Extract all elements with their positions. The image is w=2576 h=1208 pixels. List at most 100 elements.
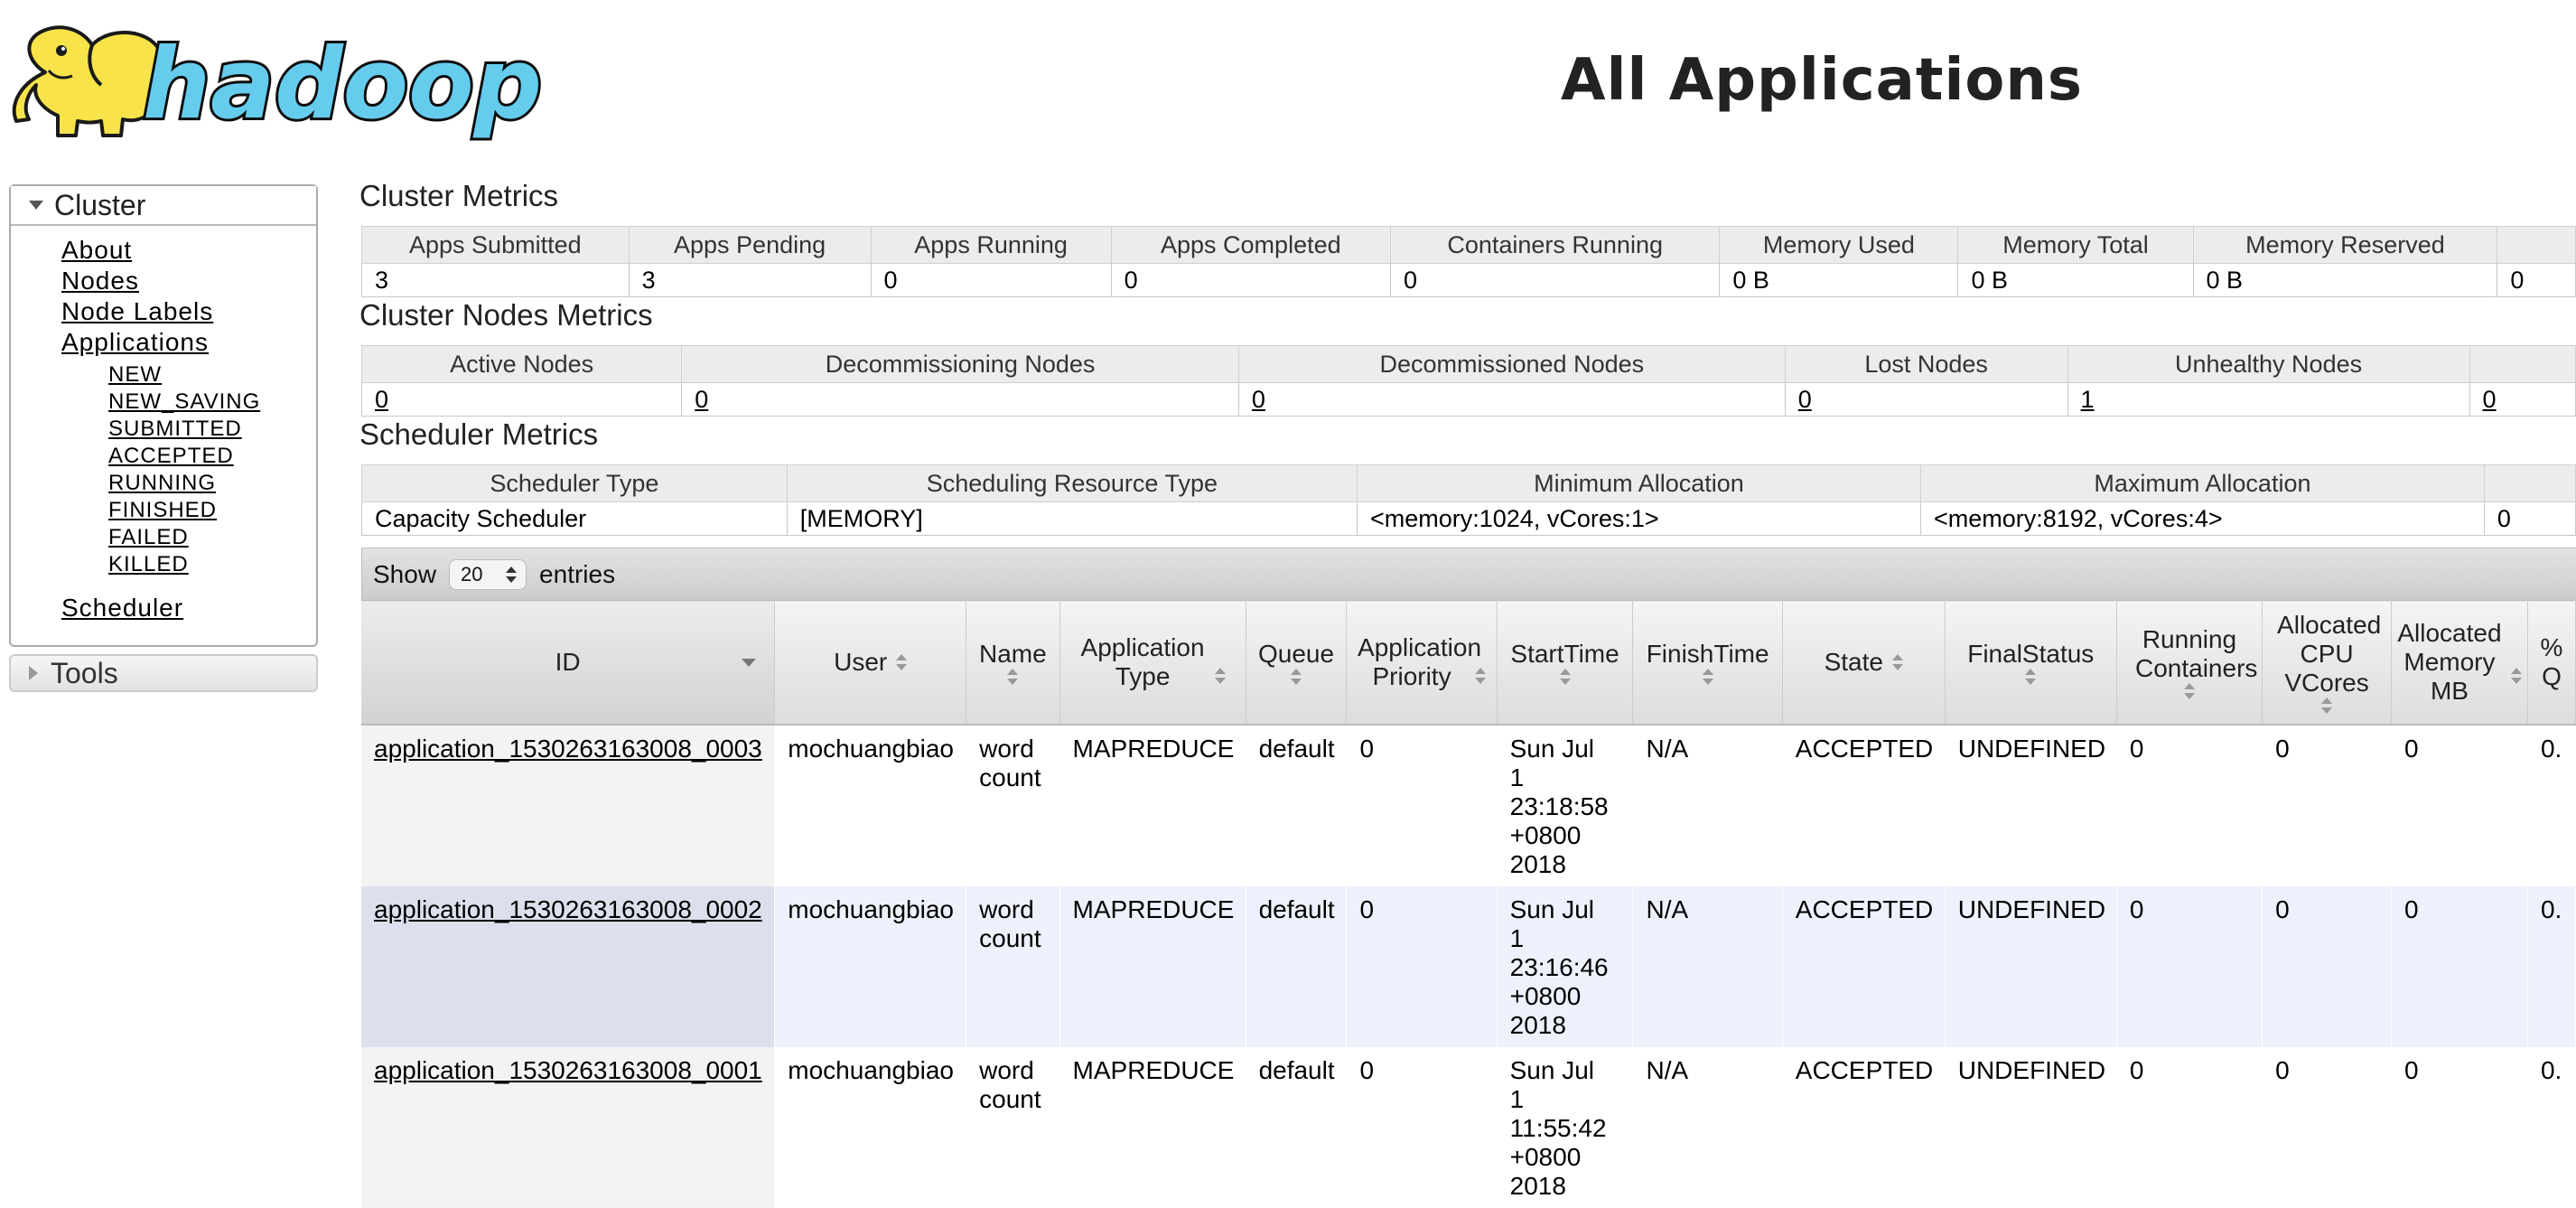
table-header-row: Active Nodes Decommissioning Nodes Decom…	[360, 345, 2576, 383]
cm-value-memory-total: 0 B	[1957, 263, 2194, 297]
col-header-id[interactable]: ID	[361, 600, 776, 726]
col-header-queue[interactable]: Queue	[1246, 600, 1348, 726]
sort-both-icon	[1475, 668, 1487, 684]
app-pct-queue: 0.	[2527, 1047, 2576, 1208]
sort-both-icon	[1559, 669, 1571, 685]
col-header-starttime-label: StartTime	[1510, 640, 1619, 668]
sidebar-tools-header[interactable]: Tools	[9, 654, 318, 692]
table-row[interactable]: application_1530263163008_0003 mochuangb…	[361, 725, 2576, 886]
app-queue: default	[1246, 1047, 1347, 1208]
app-type: MAPREDUCE	[1059, 886, 1246, 1047]
app-name: word count	[966, 1047, 1060, 1208]
nm-link-truncated[interactable]: 0	[2483, 386, 2497, 413]
app-running-containers: 0	[2116, 725, 2263, 886]
cm-value-memory-reserved: 0 B	[2192, 263, 2498, 297]
sidebar-state-accepted[interactable]: ACCEPTED	[108, 444, 234, 468]
app-starttime: Sun Jul 1 23:18:58 +0800 2018	[1497, 725, 1633, 886]
app-pct-queue: 0.	[2527, 886, 2576, 1047]
app-type: MAPREDUCE	[1059, 725, 1246, 886]
sidebar-state-submitted[interactable]: SUBMITTED	[108, 417, 242, 441]
entries-length-select[interactable]: 20	[449, 558, 527, 590]
sidebar-link-scheduler[interactable]: Scheduler	[61, 594, 183, 622]
nm-link-decommissioned-nodes[interactable]: 0	[1252, 386, 1265, 413]
scheduler-metrics-title: Scheduler Metrics	[359, 417, 599, 451]
app-type: MAPREDUCE	[1059, 1047, 1246, 1208]
sidebar-link-node-labels[interactable]: Node Labels	[61, 297, 213, 325]
cm-header-apps-running: Apps Running	[870, 226, 1112, 264]
nm-link-decommissioning-nodes[interactable]: 0	[695, 386, 708, 413]
app-id-link[interactable]: application_1530263163008_0001	[374, 1056, 762, 1084]
sidebar-cluster-header[interactable]: Cluster	[11, 186, 316, 226]
col-header-user[interactable]: User	[774, 600, 967, 726]
col-header-name-label: Name	[978, 640, 1047, 668]
col-header-user-label: User	[834, 648, 888, 676]
sidebar-state-new-saving[interactable]: NEW_SAVING	[108, 389, 260, 414]
nm-link-active-nodes[interactable]: 0	[375, 386, 388, 413]
col-header-running-containers[interactable]: Running Containers	[2116, 600, 2263, 726]
app-id-link[interactable]: application_1530263163008_0003	[374, 735, 762, 763]
sm-value-resource-type: [MEMORY]	[786, 501, 1358, 536]
col-header-finishtime[interactable]: FinishTime	[1632, 600, 1783, 726]
cm-header-memory-used: Memory Used	[1719, 226, 1959, 264]
cm-header-truncated	[2497, 226, 2576, 264]
applications-table: ID User Name Application Type Queue Appl…	[361, 600, 2576, 1208]
table-row[interactable]: application_1530263163008_0002 mochuangb…	[361, 886, 2576, 1047]
app-id-link[interactable]: application_1530263163008_0002	[374, 895, 762, 923]
cm-value-apps-running: 0	[870, 263, 1112, 297]
col-header-starttime[interactable]: StartTime	[1497, 600, 1634, 726]
nm-link-unhealthy-nodes[interactable]: 1	[2081, 386, 2095, 413]
table-row[interactable]: application_1530263163008_0001 mochuangb…	[361, 1047, 2576, 1208]
app-pct-queue: 0.	[2527, 725, 2576, 886]
sidebar-link-about[interactable]: About	[61, 236, 132, 264]
col-header-finalstatus-label: FinalStatus	[1967, 640, 2095, 668]
app-allocated-vcores: 0	[2262, 1047, 2392, 1208]
col-header-finalstatus[interactable]: FinalStatus	[1945, 600, 2117, 726]
sidebar-state-new[interactable]: NEW	[108, 362, 162, 387]
col-header-state[interactable]: State	[1782, 600, 1946, 726]
app-finishtime: N/A	[1632, 1047, 1783, 1208]
app-state: ACCEPTED	[1782, 725, 1946, 886]
sidebar-link-nodes[interactable]: Nodes	[61, 267, 139, 295]
table-header-row: ID User Name Application Type Queue Appl…	[361, 600, 2576, 726]
app-priority: 0	[1346, 725, 1498, 886]
cm-value-truncated: 0	[2497, 263, 2576, 297]
sort-both-icon	[1891, 654, 1903, 670]
app-allocated-vcores: 0	[2262, 886, 2392, 1047]
app-name: word count	[966, 886, 1060, 1047]
col-header-name[interactable]: Name	[966, 600, 1060, 726]
app-user: mochuangbiao	[774, 886, 966, 1047]
sort-both-icon	[1007, 669, 1019, 685]
col-header-application-type[interactable]: Application Type	[1059, 600, 1246, 726]
app-state: ACCEPTED	[1782, 886, 1946, 1047]
nodes-metrics-table: Active Nodes Decommissioning Nodes Decom…	[360, 345, 2576, 417]
app-finalstatus: UNDEFINED	[1945, 1047, 2117, 1208]
entries-selected-value: 20	[461, 562, 483, 585]
cm-value-apps-submitted: 3	[361, 263, 630, 297]
col-header-allocated-vcores[interactable]: Allocated CPU VCores	[2262, 600, 2392, 726]
sidebar-state-finished[interactable]: FINISHED	[108, 498, 217, 522]
nm-link-lost-nodes[interactable]: 0	[1798, 386, 1812, 413]
sort-both-icon	[1702, 669, 1713, 685]
sidebar-state-failed[interactable]: FAILED	[108, 525, 189, 549]
sidebar-state-killed[interactable]: KILLED	[108, 552, 189, 576]
cm-header-memory-reserved: Memory Reserved	[2192, 226, 2498, 264]
col-header-priority[interactable]: Application Priority	[1346, 600, 1498, 726]
nm-header-active-nodes: Active Nodes	[360, 345, 683, 383]
sort-both-icon	[2510, 668, 2522, 684]
app-starttime: Sun Jul 1 23:16:46 +0800 2018	[1497, 886, 1633, 1047]
sidebar-link-applications[interactable]: Applications	[61, 328, 209, 356]
sidebar-cluster-panel: Cluster About Nodes Node Labels Applicat…	[9, 184, 318, 647]
sort-both-icon	[896, 654, 908, 670]
collapse-triangle-icon	[29, 201, 43, 210]
col-header-allocated-memory[interactable]: Allocated Memory MB	[2391, 600, 2528, 726]
app-starttime: Sun Jul 1 11:55:42 +0800 2018	[1497, 1047, 1633, 1208]
app-priority: 0	[1346, 886, 1498, 1047]
scheduler-metrics-table: Scheduler Type Scheduling Resource Type …	[361, 464, 2576, 536]
sm-value-min-allocation: <memory:1024, vCores:1>	[1356, 501, 1921, 536]
col-header-memory-label: Allocated Memory MB	[2397, 619, 2502, 705]
entries-label: entries	[539, 559, 616, 588]
sidebar-cluster-label: Cluster	[54, 188, 146, 221]
cm-header-memory-total: Memory Total	[1957, 226, 2194, 264]
col-header-pct-queue[interactable]: % Q	[2527, 600, 2576, 726]
sidebar-state-running[interactable]: RUNNING	[108, 471, 216, 495]
